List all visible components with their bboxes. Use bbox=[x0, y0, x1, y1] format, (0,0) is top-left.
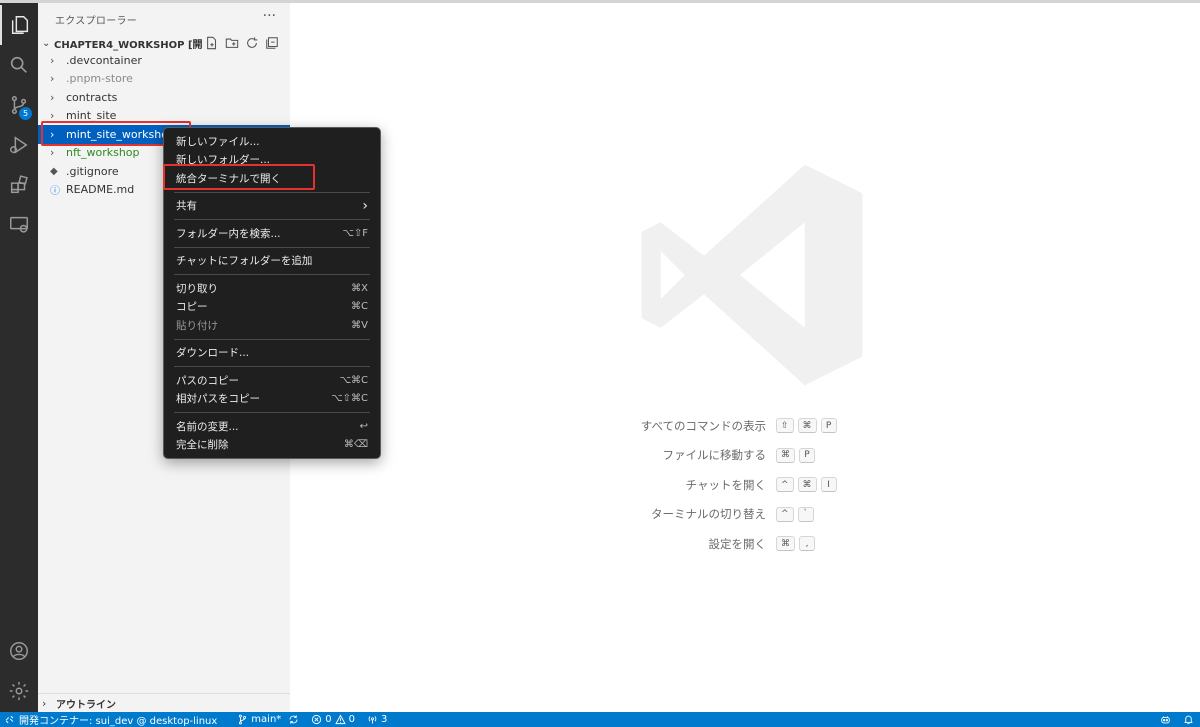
sync-icon[interactable] bbox=[288, 714, 299, 725]
search-icon[interactable] bbox=[0, 45, 38, 85]
activity-bar: 5 bbox=[0, 3, 38, 712]
menu-rename[interactable]: 名前の変更... ↩ bbox=[164, 417, 380, 436]
shortcut-go-to-file[interactable]: ファイルに移動する ⌘ P bbox=[630, 441, 930, 471]
editor-area: すべてのコマンドの表示 ⇧ ⌘ P ファイルに移動する ⌘ P チャットを開く ^ ⌘ I… bbox=[290, 3, 1200, 712]
highlight-box-menu-item bbox=[163, 164, 315, 190]
welcome-shortcuts: すべてのコマンドの表示 ⇧ ⌘ P ファイルに移動する ⌘ P チャットを開く ^ ⌘ I… bbox=[630, 411, 930, 559]
gitignore-file-icon: ◆ bbox=[50, 165, 58, 177]
chevron-right-icon: › bbox=[50, 53, 55, 67]
new-folder-icon[interactable] bbox=[224, 35, 240, 51]
chevron-right-icon: › bbox=[362, 197, 368, 214]
shortcut-toggle-terminal[interactable]: ターミナルの切り替え ^ ` bbox=[630, 500, 930, 530]
more-actions-button[interactable]: ··· bbox=[263, 8, 276, 24]
vscode-watermark-icon bbox=[641, 164, 863, 386]
menu-copy[interactable]: コピー ⌘C bbox=[164, 298, 380, 317]
menu-copy-path[interactable]: パスのコピー ⌥⌘C bbox=[164, 371, 380, 390]
menu-separator bbox=[174, 219, 370, 220]
extensions-icon[interactable] bbox=[0, 165, 38, 205]
error-icon bbox=[312, 714, 322, 725]
ports-indicator[interactable]: 3 bbox=[361, 714, 393, 725]
chevron-right-icon: › bbox=[50, 146, 55, 160]
status-bar: 開発コンテナー: sui_dev @ desktop-linux main* 0… bbox=[0, 712, 1200, 727]
scm-badge: 5 bbox=[19, 107, 32, 120]
outline-section[interactable]: › アウトライン bbox=[38, 693, 290, 712]
run-debug-icon[interactable] bbox=[0, 125, 38, 165]
menu-separator bbox=[174, 191, 370, 193]
chevron-right-icon: › bbox=[50, 90, 55, 104]
explorer-icon[interactable] bbox=[0, 5, 38, 45]
menu-delete-permanently[interactable]: 完全に削除 ⌘⌫ bbox=[164, 436, 380, 455]
shortcut-show-commands[interactable]: すべてのコマンドの表示 ⇧ ⌘ P bbox=[630, 411, 930, 441]
collapse-all-icon[interactable] bbox=[264, 35, 280, 51]
chevron-right-icon: › bbox=[42, 696, 47, 710]
menu-new-file[interactable]: 新しいファイル... bbox=[164, 132, 380, 151]
new-file-icon[interactable] bbox=[204, 35, 220, 51]
tree-item-pnpm-store[interactable]: › .pnpm-store bbox=[38, 70, 290, 89]
source-control-icon[interactable]: 5 bbox=[0, 85, 38, 125]
menu-separator bbox=[174, 412, 370, 413]
menu-separator bbox=[174, 246, 370, 248]
menu-copy-relative-path[interactable]: 相対パスをコピー ⌥⇧⌘C bbox=[164, 390, 380, 409]
account-icon[interactable] bbox=[0, 631, 38, 671]
menu-add-folder-to-chat[interactable]: チャットにフォルダーを追加 bbox=[164, 252, 380, 271]
notifications-bell-icon[interactable] bbox=[1183, 714, 1194, 725]
branch-indicator[interactable]: main* bbox=[231, 714, 305, 725]
menu-separator bbox=[174, 338, 370, 340]
tree-item-devcontainer[interactable]: › .devcontainer bbox=[38, 51, 290, 70]
chevron-right-icon: › bbox=[50, 72, 55, 86]
chevron-down-icon: ⌄ bbox=[42, 37, 51, 49]
remote-indicator[interactable]: 開発コンテナー: sui_dev @ desktop-linux bbox=[0, 712, 223, 727]
problems-indicator[interactable]: 0 0 bbox=[305, 714, 361, 725]
menu-share[interactable]: 共有 › bbox=[164, 197, 380, 216]
menu-paste: 貼り付け ⌘V bbox=[176, 319, 368, 332]
menu-cut[interactable]: 切り取り ⌘X bbox=[164, 279, 380, 298]
info-file-icon: ⓘ bbox=[50, 186, 60, 198]
git-branch-icon bbox=[239, 714, 247, 725]
broadcast-icon bbox=[368, 716, 377, 724]
project-header[interactable]: ⌄ CHAPTER4_WORKSHOP [開発... bbox=[38, 33, 290, 53]
settings-gear-icon[interactable] bbox=[0, 671, 38, 711]
sidebar-title: エクスプローラー bbox=[55, 16, 138, 27]
tree-item-contracts[interactable]: › contracts bbox=[38, 88, 290, 107]
project-name: CHAPTER4_WORKSHOP [開発... bbox=[54, 39, 202, 51]
menu-find-in-folder[interactable]: フォルダー内を検索... ⌥⇧F bbox=[164, 224, 380, 243]
shortcut-open-settings[interactable]: 設定を開く ⌘, bbox=[630, 529, 930, 559]
menu-separator bbox=[174, 274, 370, 275]
menu-download[interactable]: ダウンロード... bbox=[164, 344, 380, 363]
copilot-icon[interactable] bbox=[1160, 714, 1171, 725]
refresh-icon[interactable] bbox=[244, 35, 260, 51]
outline-label: アウトライン bbox=[56, 699, 116, 711]
warning-icon bbox=[334, 714, 346, 725]
remote-icon bbox=[5, 715, 14, 724]
menu-separator bbox=[174, 366, 370, 367]
remote-explorer-icon[interactable] bbox=[0, 205, 38, 245]
shortcut-open-chat[interactable]: チャットを開く ^ ⌘ I bbox=[630, 470, 930, 500]
